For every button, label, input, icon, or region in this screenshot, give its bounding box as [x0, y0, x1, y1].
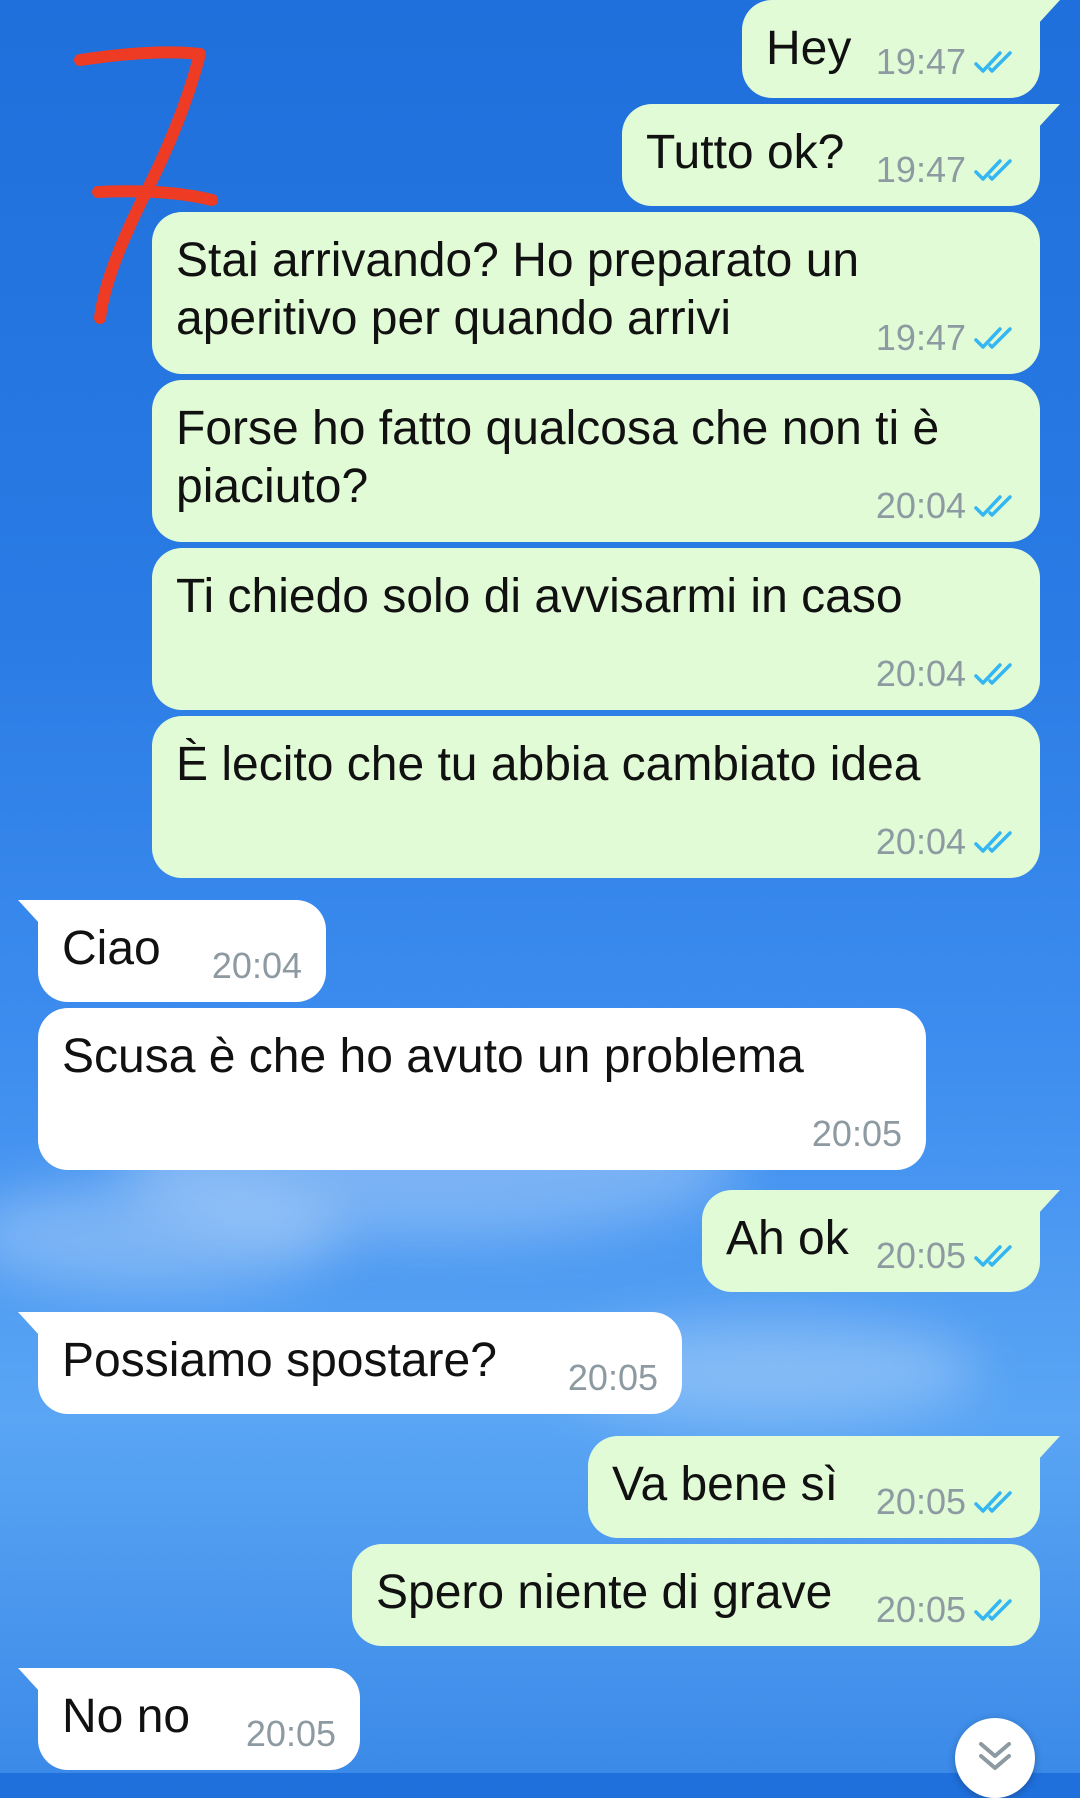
message-meta: 20:05: [568, 1358, 658, 1398]
message-outgoing[interactable]: Spero niente di grave 20:05: [352, 1544, 1040, 1646]
message-time: 20:04: [211, 945, 302, 986]
message-time: 20:05: [245, 1713, 336, 1754]
message-time: 20:05: [875, 1235, 966, 1276]
message-meta: 20:04: [876, 654, 1018, 694]
message-meta: 20:05: [876, 1236, 1018, 1276]
message-text: Scusa è che ho avuto un problema: [62, 1030, 804, 1083]
message-incoming[interactable]: Possiamo spostare? 20:05: [18, 1312, 682, 1414]
message-meta: 20:04: [876, 486, 1018, 526]
message-time: 20:04: [875, 653, 966, 694]
double-check-icon: [974, 327, 1012, 349]
double-check-icon: [974, 159, 1012, 181]
message-time: 20:04: [875, 821, 966, 862]
message-meta: 19:47: [876, 150, 1018, 190]
message-text: Ti chiedo solo di avvisarmi in caso: [176, 570, 903, 623]
message-meta: 20:05: [246, 1714, 336, 1754]
double-check-icon: [974, 831, 1012, 853]
message-outgoing[interactable]: Tutto ok? 19:47: [622, 104, 1060, 206]
double-check-icon: [974, 1245, 1012, 1267]
message-meta: 19:47: [876, 318, 1018, 358]
message-meta: 20:04: [212, 946, 302, 986]
message-text: È lecito che tu abbia cambiato idea: [176, 738, 921, 791]
message-time: 20:05: [875, 1481, 966, 1522]
message-time: 20:05: [811, 1113, 902, 1154]
double-check-icon: [974, 663, 1012, 685]
message-meta: 20:04: [876, 822, 1018, 862]
message-outgoing[interactable]: Forse ho fatto qualcosa che non ti è pia…: [152, 380, 1040, 542]
message-outgoing[interactable]: Va bene sì 20:05: [588, 1436, 1060, 1538]
message-time: 20:04: [875, 485, 966, 526]
message-outgoing[interactable]: Stai arrivando? Ho preparato un aperitiv…: [152, 212, 1040, 374]
message-outgoing[interactable]: È lecito che tu abbia cambiato idea 20:0…: [152, 716, 1040, 878]
message-outgoing[interactable]: Hey 19:47: [742, 0, 1060, 98]
message-time: 20:05: [875, 1589, 966, 1630]
message-time: 19:47: [875, 149, 966, 190]
double-check-icon: [974, 1599, 1012, 1621]
double-check-icon: [974, 495, 1012, 517]
scroll-to-bottom-button[interactable]: [955, 1718, 1035, 1798]
double-check-icon: [974, 51, 1012, 73]
chevron-double-down-icon: [979, 1742, 1011, 1770]
background-cloud: [0, 1180, 340, 1290]
message-time: 19:47: [875, 317, 966, 358]
message-outgoing[interactable]: Ti chiedo solo di avvisarmi in caso 20:0…: [152, 548, 1040, 710]
message-incoming[interactable]: Ciao 20:04: [18, 900, 326, 1002]
message-meta: 19:47: [876, 42, 1018, 82]
message-time: 20:05: [567, 1357, 658, 1398]
message-meta: 20:05: [876, 1482, 1018, 1522]
message-meta: 20:05: [876, 1590, 1018, 1630]
message-incoming[interactable]: Scusa è che ho avuto un problema 20:05: [38, 1008, 926, 1170]
message-incoming[interactable]: No no 20:05: [18, 1668, 360, 1770]
message-time: 19:47: [875, 41, 966, 82]
message-meta: 20:05: [812, 1114, 902, 1154]
message-outgoing[interactable]: Ah ok 20:05: [702, 1190, 1060, 1292]
double-check-icon: [974, 1491, 1012, 1513]
